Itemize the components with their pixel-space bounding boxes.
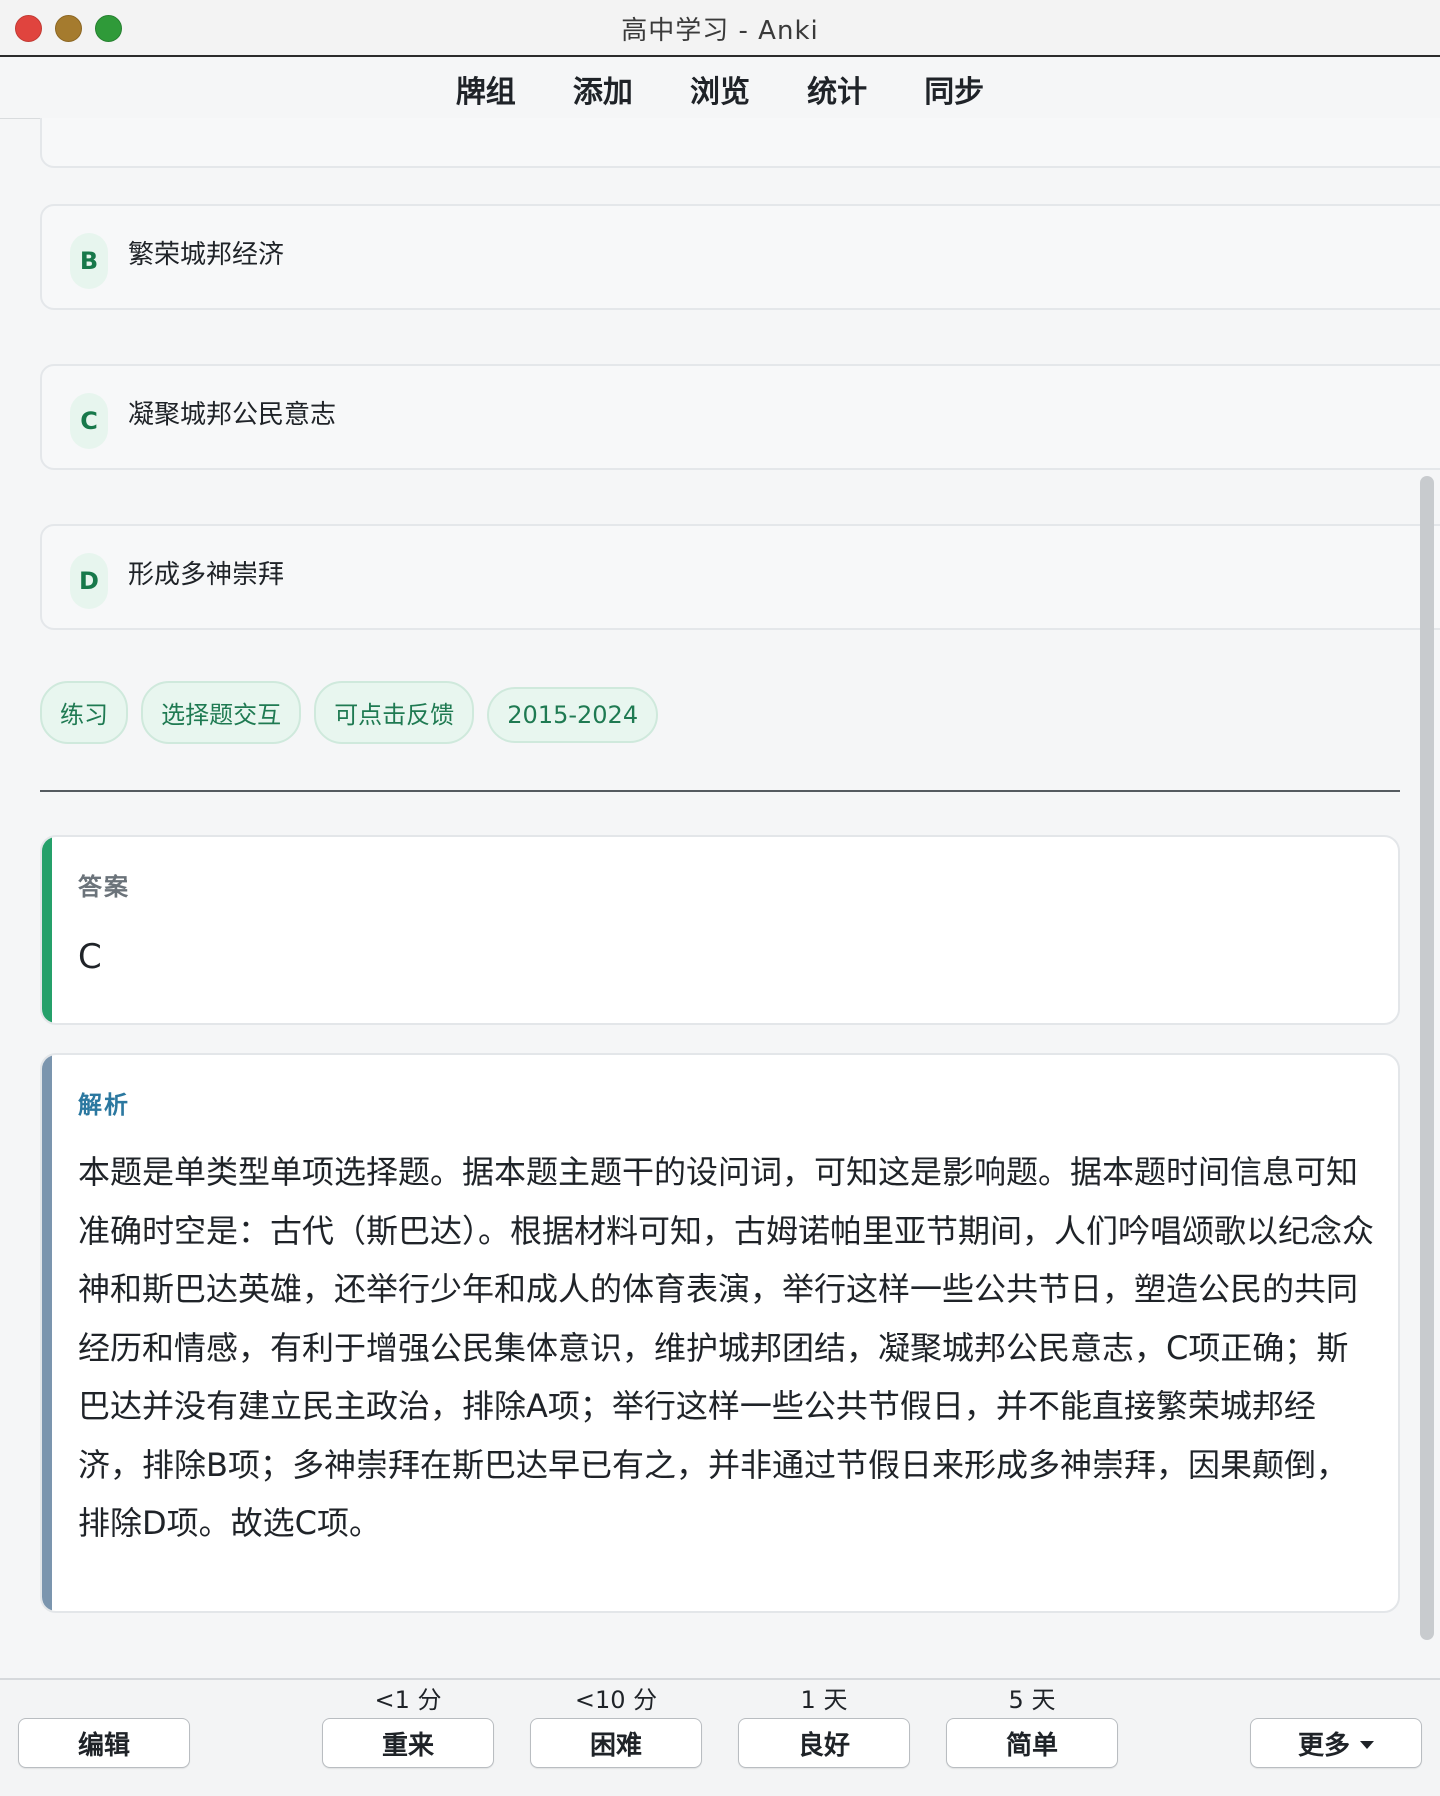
option-letter: C <box>70 393 108 449</box>
option-d[interactable]: D 形成多神崇拜 <box>40 524 1440 630</box>
option-text: 凝聚城邦公民意志 <box>128 400 337 430</box>
easy-interval: 5 天 <box>1008 1686 1056 1714</box>
answer-value: C <box>78 937 102 977</box>
again-button[interactable]: 重来 <box>322 1718 494 1768</box>
toolbar-decks[interactable]: 牌组 <box>456 67 516 111</box>
title-bar: 高中学习 - Anki <box>0 0 1440 57</box>
toolbar-browse[interactable]: 浏览 <box>690 67 750 111</box>
card-content: B 繁荣城邦经济 C 凝聚城邦公民意志 D 形成多神崇拜 练习 选择题交互 可点… <box>0 118 1440 1678</box>
edit-button[interactable]: 编辑 <box>18 1718 190 1768</box>
option-c[interactable]: C 凝聚城邦公民意志 <box>40 364 1440 470</box>
tag: 选择题交互 <box>141 681 302 744</box>
more-label: 更多 <box>1297 1730 1350 1761</box>
again-interval: <1 分 <box>374 1686 442 1714</box>
anki-window: 高中学习 - Anki 牌组 添加 浏览 统计 同步 B 繁荣城邦经济 C 凝聚… <box>0 0 1440 1796</box>
tag: 2015-2024 <box>487 687 659 743</box>
toolbar-stats[interactable]: 统计 <box>807 67 867 111</box>
answer-card: 答案 C <box>40 835 1400 1025</box>
main-toolbar: 牌组 添加 浏览 统计 同步 <box>0 57 1440 119</box>
tag: 可点击反馈 <box>314 681 475 744</box>
option-text: 形成多神崇拜 <box>128 560 285 590</box>
option-text: 繁荣城邦经济 <box>128 240 285 270</box>
answer-accent-bar <box>42 837 52 1023</box>
good-interval: 1 天 <box>800 1686 848 1714</box>
tag: 练习 <box>40 681 128 744</box>
toolbar-sync[interactable]: 同步 <box>924 67 984 111</box>
easy-button[interactable]: 简单 <box>946 1718 1118 1768</box>
answer-label: 答案 <box>78 873 130 901</box>
analysis-card: 解析 本题是单类型单项选择题。据本题主题干的设问词，可知这是影响题。据本题时间信… <box>40 1053 1400 1613</box>
option-a-partial[interactable] <box>40 118 1440 168</box>
option-letter: B <box>70 233 108 289</box>
more-button[interactable]: 更多 <box>1250 1718 1422 1768</box>
window-title: 高中学习 - Anki <box>621 16 819 46</box>
tag-list: 练习 选择题交互 可点击反馈 2015-2024 <box>40 681 666 744</box>
answer-divider <box>40 790 1400 792</box>
analysis-accent-bar <box>42 1055 52 1611</box>
hard-interval: <10 分 <box>574 1686 658 1714</box>
good-button[interactable]: 良好 <box>738 1718 910 1768</box>
analysis-label: 解析 <box>78 1091 130 1119</box>
review-bottom-bar: <1 分 <10 分 1 天 5 天 编辑 重来 困难 良好 简单 更多 <box>0 1678 1440 1796</box>
hard-button[interactable]: 困难 <box>530 1718 702 1768</box>
toolbar-add[interactable]: 添加 <box>573 67 633 111</box>
option-letter: D <box>70 553 108 609</box>
chevron-down-icon <box>1360 1741 1374 1749</box>
option-b[interactable]: B 繁荣城邦经济 <box>40 204 1440 310</box>
vertical-scrollbar[interactable] <box>1420 476 1434 1640</box>
analysis-text: 本题是单类型单项选择题。据本题主题干的设问词，可知这是影响题。据本题时间信息可知… <box>78 1153 1375 1542</box>
